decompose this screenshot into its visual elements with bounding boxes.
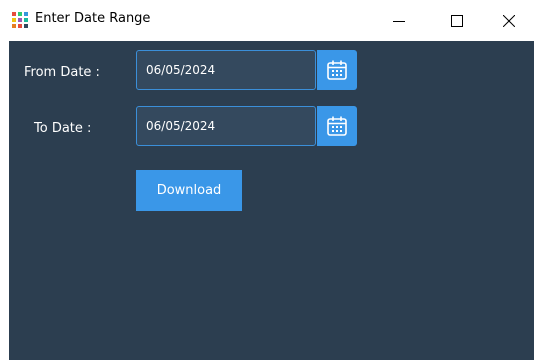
from-date-input[interactable] (136, 50, 316, 90)
calendar-icon (327, 60, 347, 80)
close-button[interactable] (486, 0, 532, 41)
app-dots-icon (12, 12, 28, 28)
to-date-input[interactable] (136, 106, 316, 146)
to-date-calendar-button[interactable] (317, 106, 357, 146)
minimize-icon (393, 20, 405, 22)
title-bar: Enter Date Range (0, 0, 534, 41)
from-date-calendar-button[interactable] (317, 50, 357, 90)
from-date-label: From Date : (24, 65, 100, 80)
dialog-body: From Date : To Date : (9, 41, 534, 360)
window-title: Enter Date Range (35, 11, 151, 26)
minimize-button[interactable] (376, 0, 422, 41)
close-icon (503, 14, 515, 27)
maximize-icon (451, 14, 463, 27)
calendar-icon (327, 116, 347, 136)
download-button[interactable]: Download (136, 170, 242, 211)
to-date-label: To Date : (34, 121, 92, 136)
maximize-button[interactable] (434, 0, 480, 41)
